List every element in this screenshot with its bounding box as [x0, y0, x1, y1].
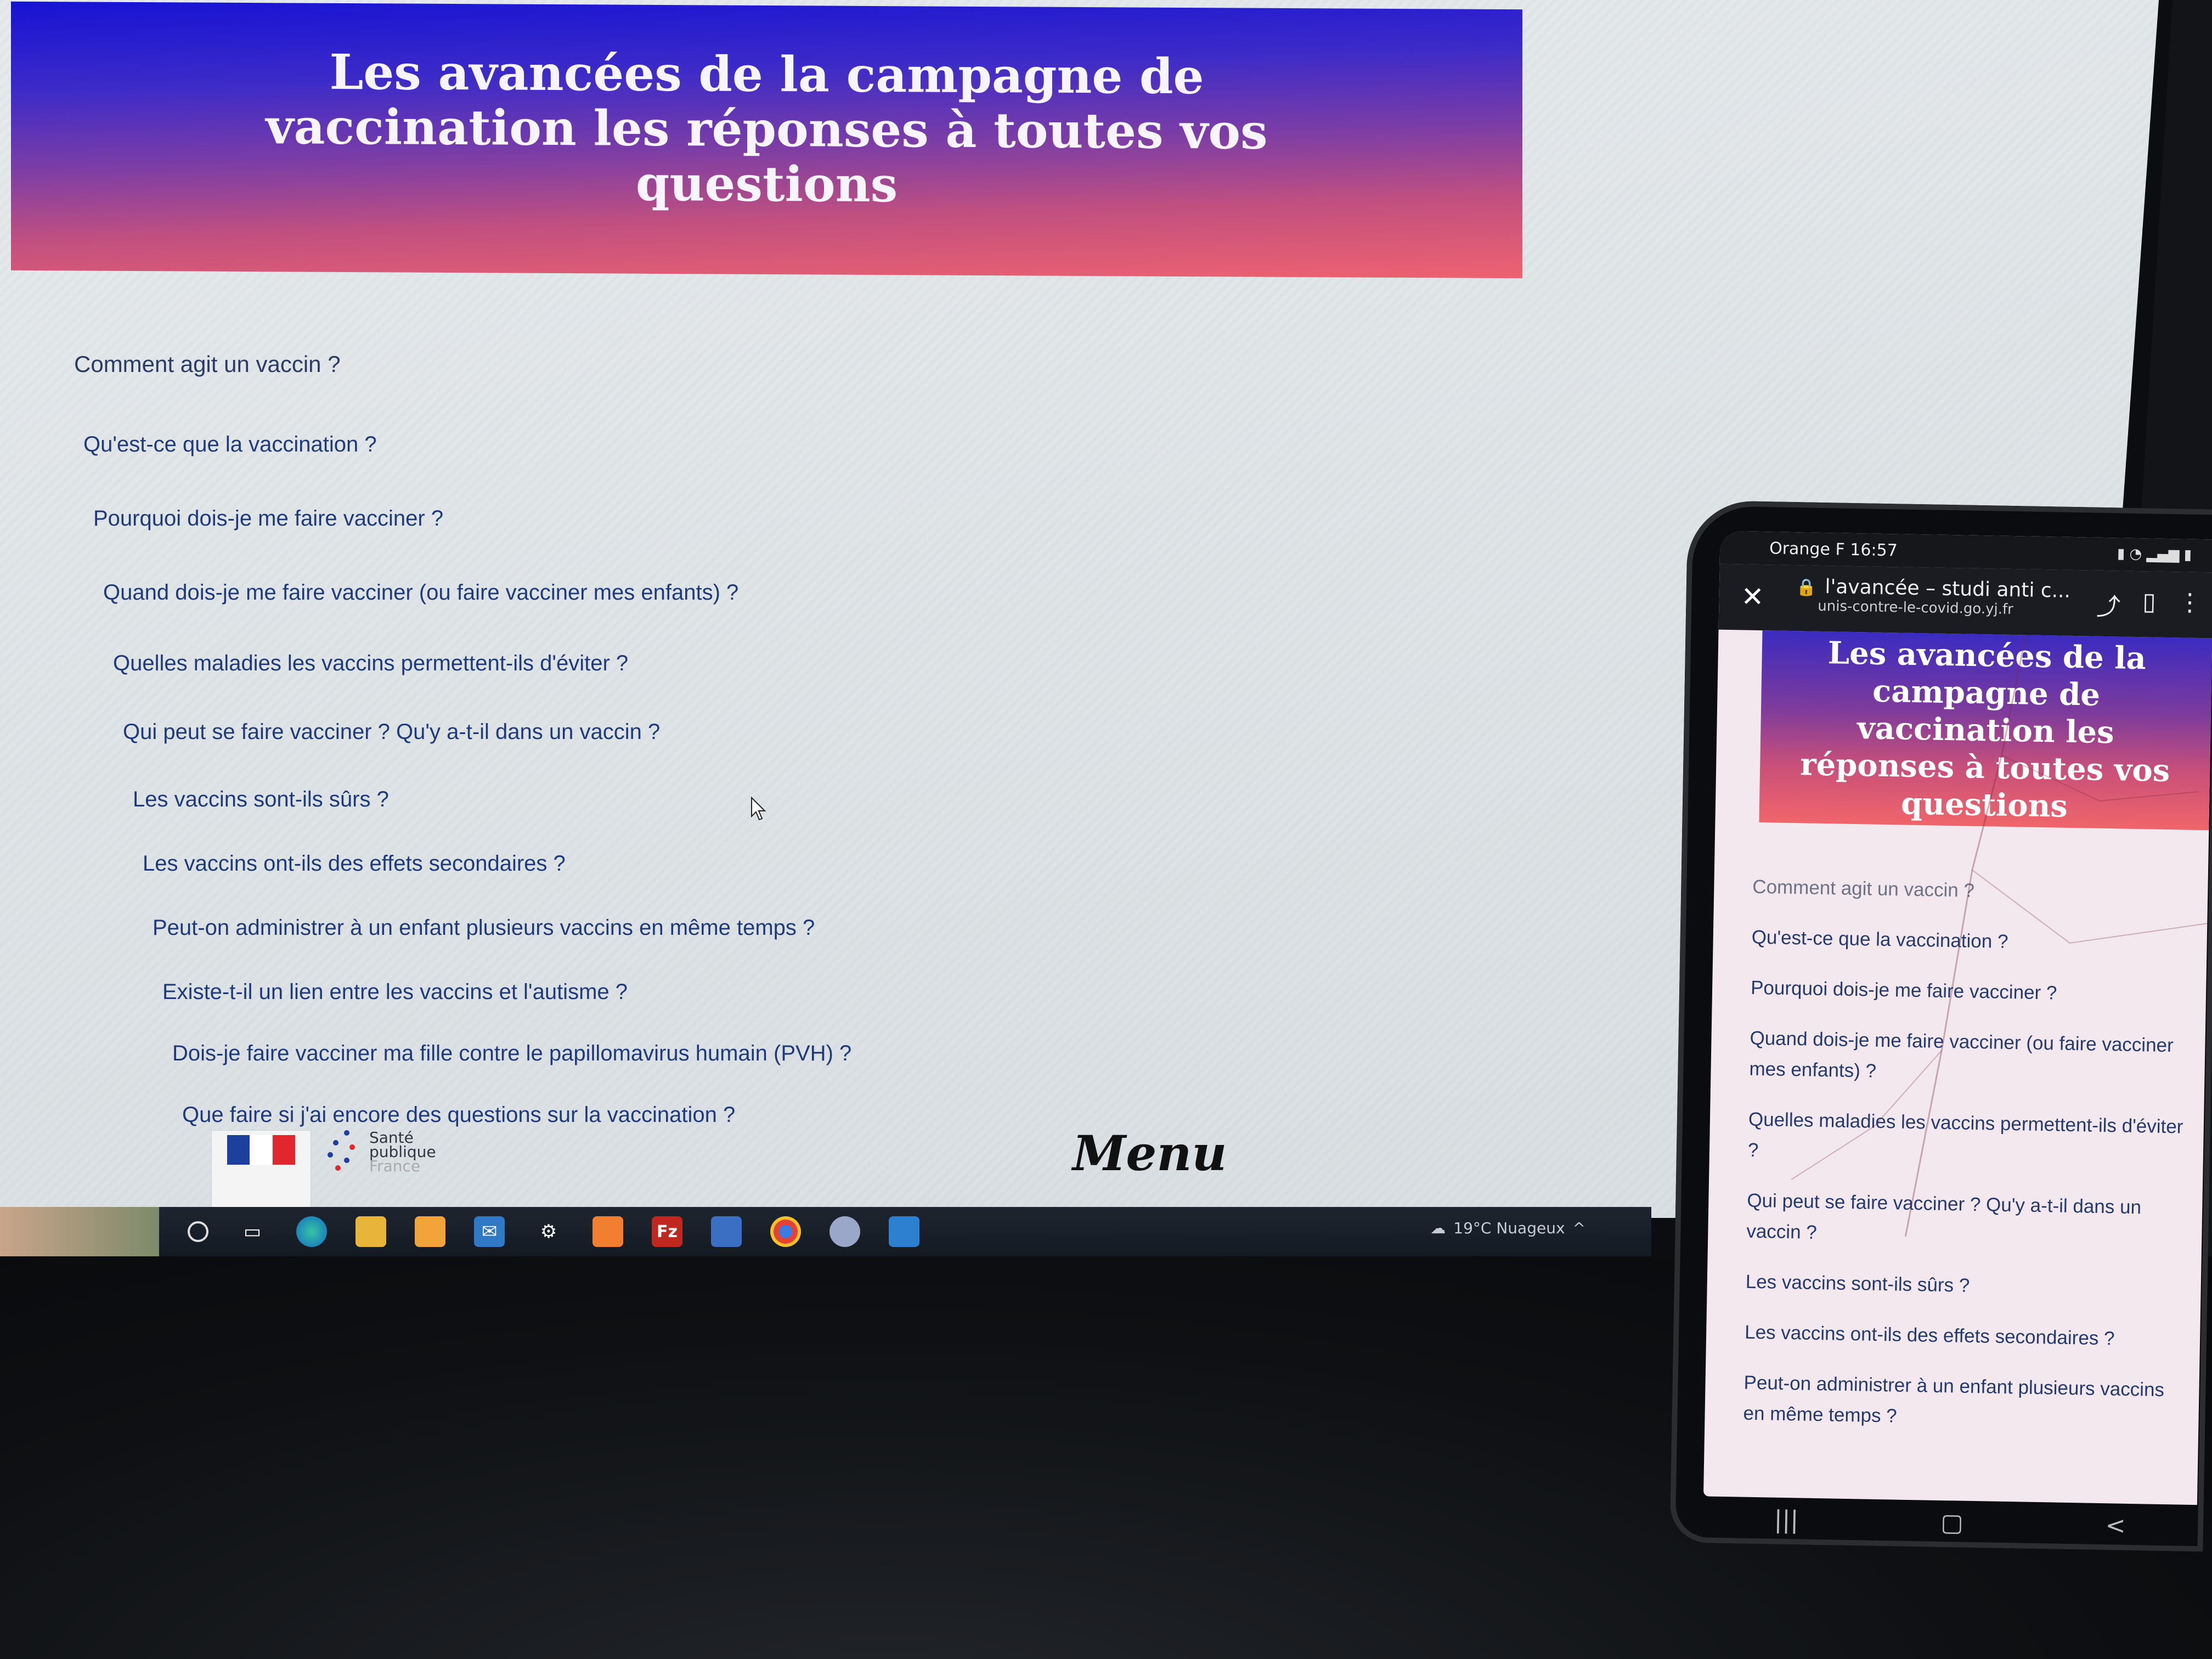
weather-text: 19°C Nuageux [1453, 1219, 1565, 1237]
faq-link-surs[interactable]: Les vaccins sont-ils sûrs ? [133, 787, 1065, 812]
faq-link-autisme[interactable]: Existe-t-il un lien entre les vaccins et… [162, 980, 1095, 1005]
share-icon[interactable]: ⤴ [2096, 587, 2121, 623]
faq-link-plusieurs[interactable]: Peut-on administrer à un enfant plusieur… [153, 916, 1085, 940]
faq-link-effets[interactable]: Les vaccins ont-ils des effets secondair… [143, 851, 1075, 876]
weather-widget[interactable]: ☁ 19°C Nuageux ^ [1430, 1219, 1585, 1237]
faq-list: Comment agit un vaccin ? Qu'est-ce que l… [71, 351, 1007, 1127]
mobile-browser-bar: ✕ 🔒 l'avancée – studi anti c... unis-con… [1718, 563, 2212, 639]
bookmark-icon[interactable]: ▯ [2142, 588, 2156, 623]
sante-publique-line-3: France [369, 1157, 421, 1175]
filezilla-icon[interactable]: Fz [652, 1216, 682, 1247]
settings-icon[interactable]: ⚙ [533, 1216, 564, 1247]
menu-button[interactable]: Menu [1073, 1125, 1227, 1182]
store-icon[interactable] [415, 1216, 445, 1247]
windows-taskbar: ▭ ✉ ⚙ Fz ☁ 19°C Nuageux ^ [0, 1207, 1651, 1256]
file-explorer-icon[interactable] [356, 1216, 386, 1247]
carrier-time: Orange F 16:57 [1769, 538, 1898, 560]
faq-link-quelles-maladies[interactable]: Quelles maladies les vaccins permettent-… [113, 651, 1046, 676]
recent-apps-icon[interactable]: ||| [1774, 1505, 1798, 1534]
cloud-app-icon[interactable] [830, 1216, 860, 1247]
faq-link-qui-peut[interactable]: Qui peut se faire vacciner ? Qu'y a-t-il… [123, 720, 1056, 744]
home-icon[interactable]: ▢ [1940, 1508, 1963, 1537]
notepad-icon[interactable] [711, 1216, 742, 1247]
task-view-icon[interactable]: ▭ [237, 1216, 268, 1247]
republique-francaise-logo [211, 1130, 311, 1208]
cloud-icon: ☁ [1430, 1219, 1446, 1237]
chrome-icon[interactable] [770, 1216, 801, 1247]
faq-link-quand[interactable]: Quand dois-je me faire vacciner (ou fair… [103, 580, 1036, 605]
lock-icon: 🔒 [1796, 578, 1817, 597]
android-nav-bar: ||| ▢ < [1703, 1496, 2197, 1549]
faq-link-qu-est-ce[interactable]: Qu'est-ce que la vaccination ? [83, 432, 1016, 457]
edge-icon[interactable] [296, 1216, 327, 1247]
back-icon[interactable]: < [2105, 1511, 2126, 1540]
faq-link-pourquoi[interactable]: Pourquoi dois-je me faire vacciner ? [93, 506, 1026, 531]
hero-title: Les avancées de la campagne de vaccinati… [266, 43, 1268, 213]
phone-screen: Orange F 16:57 ▮ ◔ ▂▄▆ ▮ ✕ 🔒 l'avancée –… [1703, 531, 2212, 1505]
chevron-up-icon[interactable]: ^ [1573, 1219, 1585, 1237]
sante-publique-logo: Santé publique France [328, 1130, 436, 1174]
sante-publique-dots-icon [328, 1130, 360, 1174]
more-icon[interactable]: ⋮ [2177, 588, 2202, 624]
xampp-icon[interactable] [592, 1216, 623, 1247]
faq-link-encore[interactable]: Que faire si j'ai encore des questions s… [182, 1103, 1115, 1127]
calculator-icon[interactable] [889, 1216, 919, 1247]
screen-crack [1791, 635, 2208, 1237]
taskbar-wallpaper-strip [0, 1207, 159, 1256]
mail-icon[interactable]: ✉ [474, 1216, 505, 1247]
footer-logos: Santé publique France [211, 1130, 436, 1208]
hero-banner: Les avancées de la campagne de vaccinati… [11, 1, 1522, 279]
search-circle-icon[interactable] [188, 1221, 208, 1242]
close-icon[interactable]: ✕ [1741, 580, 1764, 613]
smartphone: Orange F 16:57 ▮ ◔ ▂▄▆ ▮ ✕ 🔒 l'avancée –… [1669, 500, 2212, 1552]
status-icons: ▮ ◔ ▂▄▆ ▮ [2117, 545, 2192, 563]
mouse-cursor-icon [751, 797, 766, 821]
faq-link-comment-agit[interactable]: Comment agit un vaccin ? [74, 351, 1007, 377]
faq-link-pvh[interactable]: Dois-je faire vacciner ma fille contre l… [172, 1041, 1105, 1066]
